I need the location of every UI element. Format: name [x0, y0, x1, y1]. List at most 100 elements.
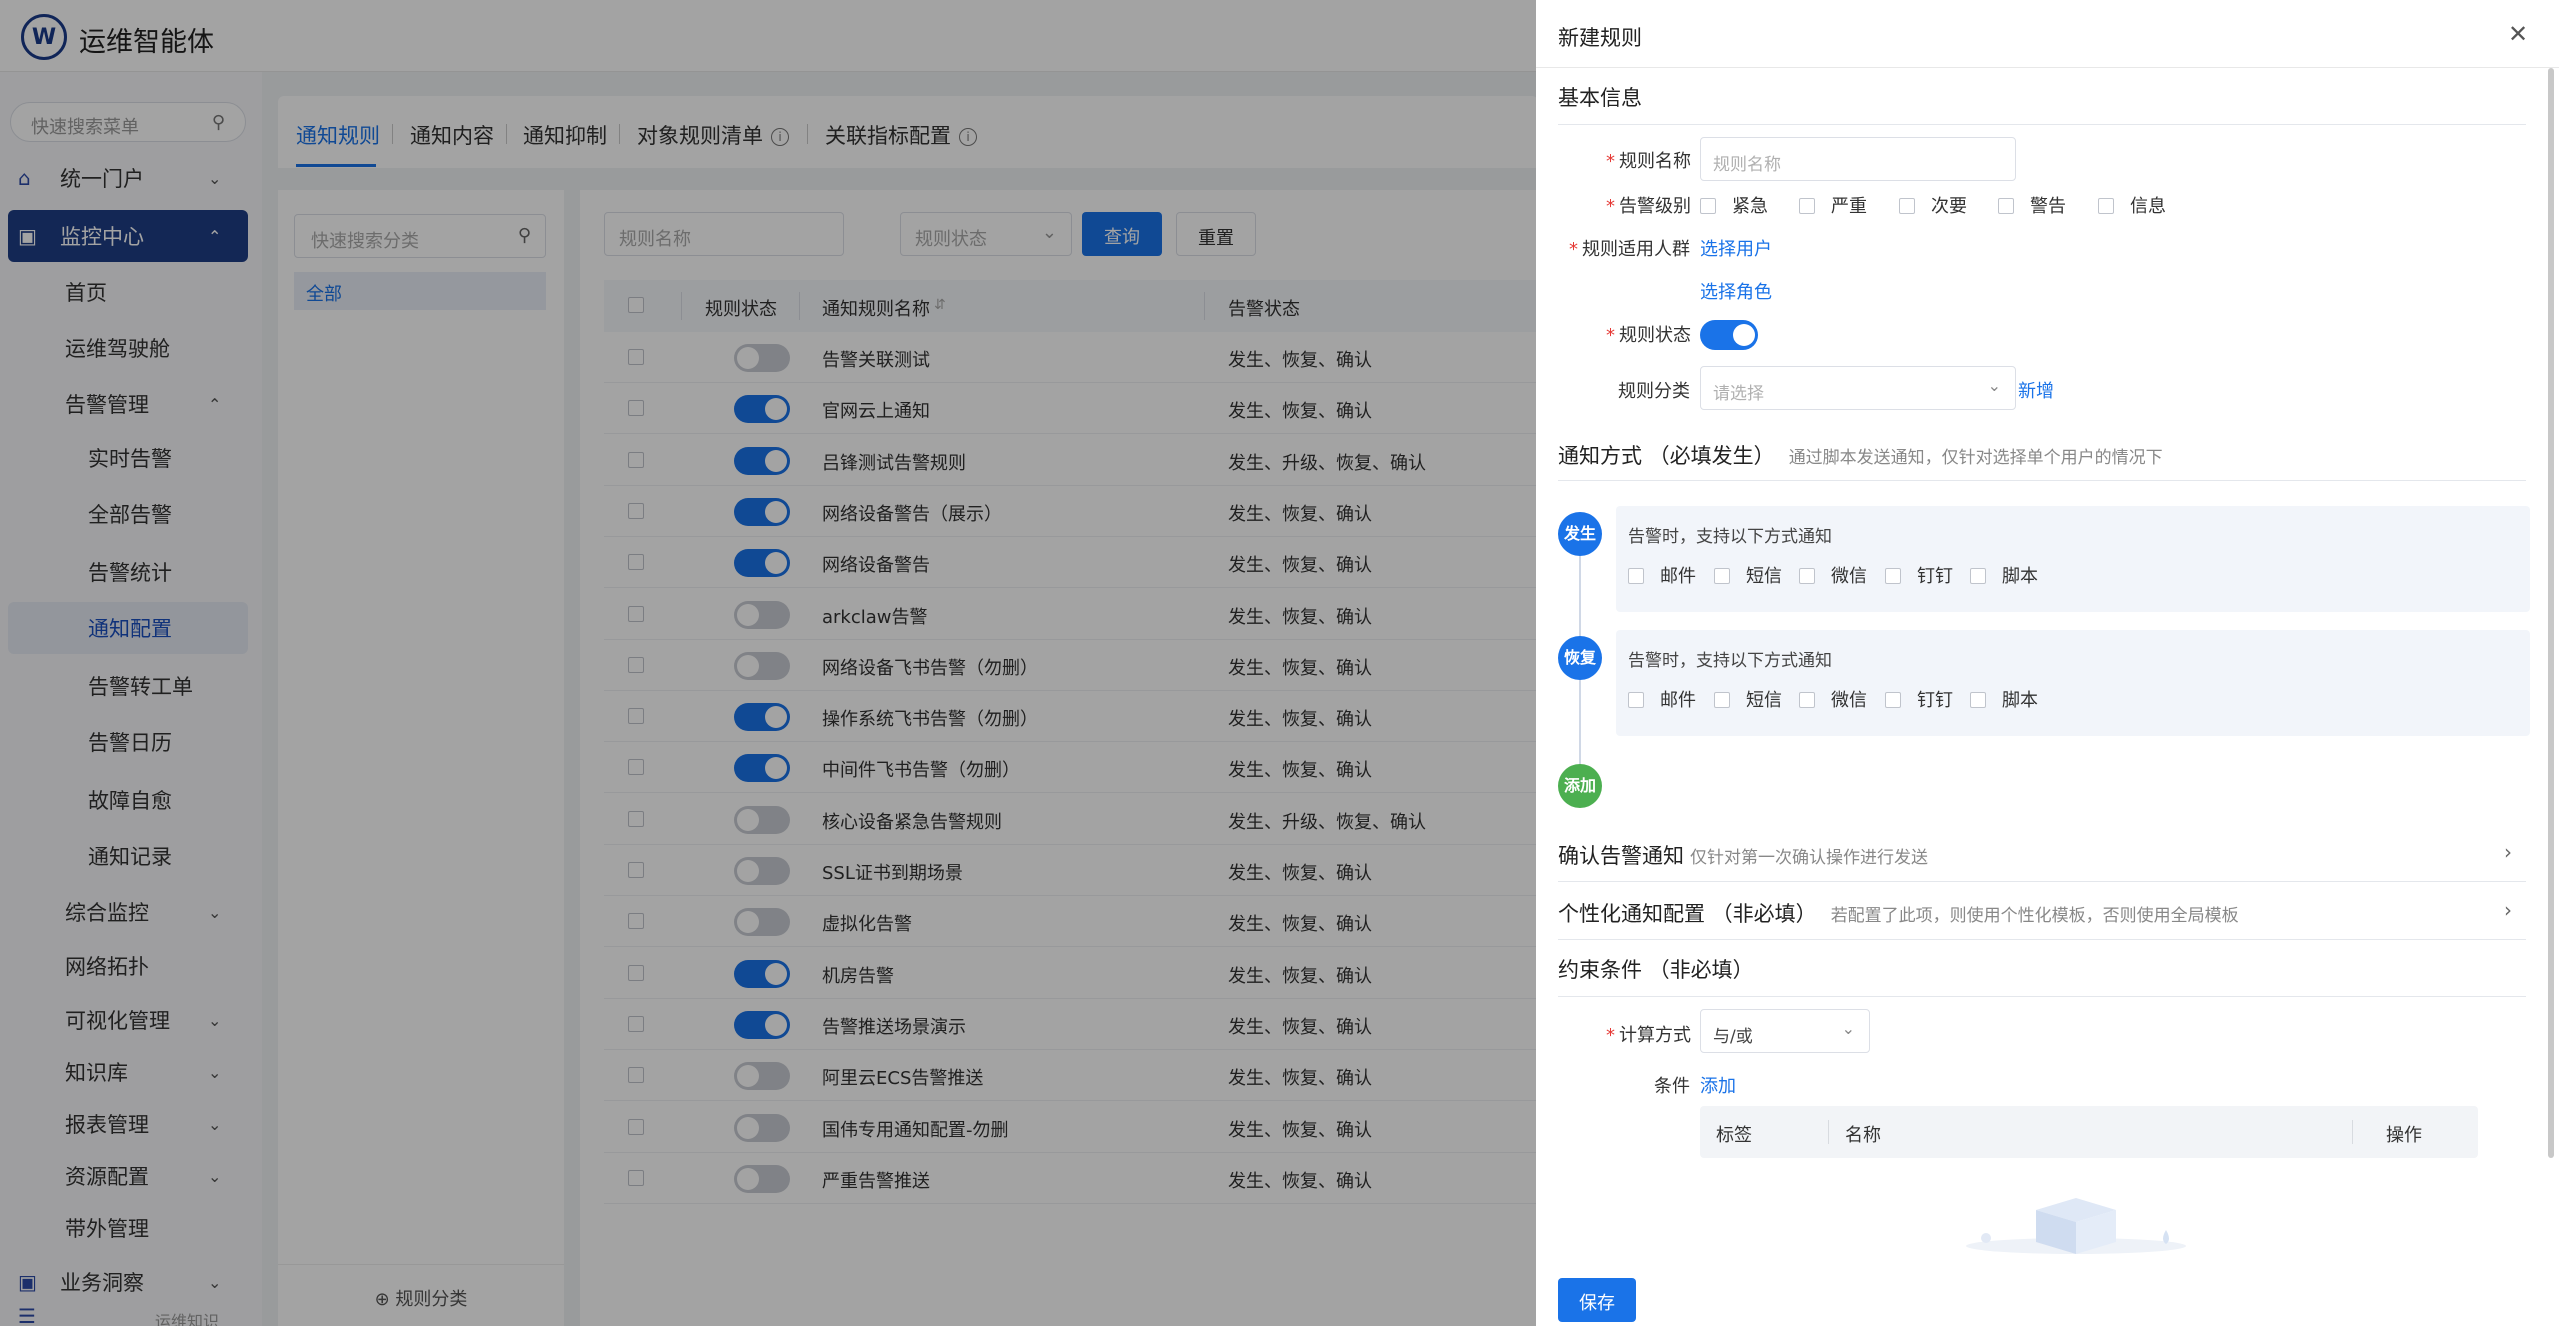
checkbox-box	[1799, 692, 1815, 708]
save-button[interactable]: 保存	[1558, 1278, 1636, 1322]
alert-level-label-text: 告警级别	[1619, 196, 1691, 217]
recover-wechat-checkbox[interactable]: 微信	[1799, 686, 1867, 712]
level-info-checkbox[interactable]: 信息	[2098, 192, 2166, 218]
notify-recover-box: 告警时，支持以下方式通知 邮件 短信 微信 钉钉 脚本	[1616, 630, 2530, 736]
alert-level-label: * 告警级别	[1606, 192, 1691, 218]
new-rule-drawer: 新建规则 ✕ 基本信息 * 规则名称 规则名称 * 告警级别 紧急 严重 次要 警告…	[1536, 0, 2559, 1326]
notify-occur-text: 告警时，支持以下方式通知	[1628, 527, 1832, 547]
chevron-down-icon: ⌄	[1987, 376, 2001, 395]
checkbox-box	[2098, 198, 2114, 214]
checkbox-box	[1700, 198, 1716, 214]
recover-email-checkbox[interactable]: 邮件	[1628, 686, 1696, 712]
occur-wechat-checkbox[interactable]: 微信	[1799, 562, 1867, 588]
level-option-label: 警告	[2030, 196, 2066, 217]
section-notify-method: 通知方式 （必填发生） 通过脚本发送通知，仅针对选择单个用户的情况下	[1558, 440, 2163, 470]
level-urgent-checkbox[interactable]: 紧急	[1700, 192, 1768, 218]
notify-recover-text: 告警时，支持以下方式通知	[1628, 651, 1832, 671]
occur-sms-checkbox[interactable]: 短信	[1714, 562, 1782, 588]
rule-status-label-text: 规则状态	[1619, 325, 1691, 346]
checkbox-box	[1714, 692, 1730, 708]
checkbox-box	[1799, 198, 1815, 214]
recover-script-checkbox[interactable]: 脚本	[1970, 686, 2038, 712]
rule-name-placeholder: 规则名称	[1713, 155, 1781, 175]
checkbox-box	[1998, 198, 2014, 214]
personal-notify-collapse[interactable]: 个性化通知配置 （非必填） 若配置了此项，则使用个性化模板，否则使用全局模板 ›	[1558, 884, 2526, 940]
modal-overlay[interactable]	[0, 0, 1536, 1326]
level-warning-checkbox[interactable]: 警告	[1998, 192, 2066, 218]
occur-email-checkbox[interactable]: 邮件	[1628, 562, 1696, 588]
confirm-notify-collapse[interactable]: 确认告警通知 仅针对第一次确认操作进行发送 ›	[1558, 826, 2526, 882]
chevron-down-icon: ⌄	[1841, 1019, 1855, 1038]
audience-label-text: 规则适用人群	[1582, 239, 1690, 260]
select-user-link[interactable]: 选择用户	[1700, 235, 1772, 261]
method-label: 微信	[1831, 690, 1867, 711]
level-option-label: 次要	[1931, 196, 1967, 217]
rule-category-placeholder: 请选择	[1713, 384, 1764, 404]
empty-box-icon	[1966, 1198, 2186, 1254]
calc-method-value: 与/或	[1713, 1027, 1753, 1047]
close-icon[interactable]: ✕	[2508, 20, 2528, 48]
select-role-link[interactable]: 选择角色	[1700, 278, 1772, 304]
timeline-dot-recover: 恢复	[1558, 636, 1602, 680]
level-minor-checkbox[interactable]: 次要	[1899, 192, 1967, 218]
timeline-dot-occur: 发生	[1558, 512, 1602, 556]
condition-table-header: 标签 名称 操作	[1700, 1106, 2478, 1158]
method-label: 脚本	[2002, 566, 2038, 587]
section-divider	[1558, 124, 2526, 125]
occur-dingtalk-checkbox[interactable]: 钉钉	[1885, 562, 1953, 588]
recover-dingtalk-checkbox[interactable]: 钉钉	[1885, 686, 1953, 712]
level-critical-checkbox[interactable]: 严重	[1799, 192, 1867, 218]
rule-name-label-text: 规则名称	[1619, 151, 1691, 172]
checkbox-box	[1970, 692, 1986, 708]
rule-status-toggle[interactable]	[1700, 320, 1758, 350]
recover-sms-checkbox[interactable]: 短信	[1714, 686, 1782, 712]
app-root: W 运维智能体 快速搜索菜单 ⚲ ⌂ 统一门户 ⌄ ▣ 监控中心 ⌃ 首页 运维…	[0, 0, 2559, 1326]
add-category-link[interactable]: 新增	[2018, 377, 2054, 403]
method-label: 邮件	[1660, 690, 1696, 711]
timeline-line	[1579, 680, 1581, 774]
drawer-divider	[1536, 67, 2559, 68]
calc-method-label: * 计算方式	[1606, 1021, 1691, 1047]
condition-label: 条件	[1654, 1076, 1690, 1097]
checkbox-box	[1714, 568, 1730, 584]
required-mark: *	[1606, 196, 1615, 217]
confirm-notify-hint: 仅针对第一次确认操作进行发送	[1690, 848, 1928, 868]
required-mark: *	[1606, 325, 1615, 346]
rule-status-label: * 规则状态	[1606, 321, 1691, 347]
rule-name-input[interactable]: 规则名称	[1700, 137, 2016, 181]
checkbox-box	[1799, 568, 1815, 584]
personal-notify-title: 个性化通知配置 （非必填）	[1558, 902, 1817, 926]
column-separator	[1828, 1120, 1829, 1144]
audience-label: * 规则适用人群	[1566, 235, 1690, 261]
method-label: 微信	[1831, 566, 1867, 587]
drawer-title: 新建规则	[1558, 26, 1642, 50]
checkbox-box	[1628, 568, 1644, 584]
column-header-tag: 标签	[1716, 1125, 1752, 1146]
add-condition-link[interactable]: 添加	[1700, 1072, 1736, 1098]
chevron-right-icon: ›	[2504, 840, 2512, 864]
rule-name-label: * 规则名称	[1606, 147, 1691, 173]
rule-category-select[interactable]: 请选择 ⌄	[1700, 366, 2016, 410]
column-separator	[2352, 1120, 2353, 1144]
rule-category-label: 规则分类	[1618, 381, 1690, 402]
occur-script-checkbox[interactable]: 脚本	[1970, 562, 2038, 588]
method-label: 脚本	[2002, 690, 2038, 711]
level-option-label: 紧急	[1732, 196, 1768, 217]
notify-section-title: 通知方式 （必填发生）	[1558, 444, 1775, 468]
checkbox-box	[1970, 568, 1986, 584]
checkbox-box	[1899, 198, 1915, 214]
section-divider	[1558, 996, 2526, 997]
method-label: 钉钉	[1917, 690, 1953, 711]
timeline-add-button[interactable]: 添加	[1558, 764, 1602, 808]
required-mark: *	[1606, 1025, 1615, 1046]
level-option-label: 严重	[1831, 196, 1867, 217]
method-label: 邮件	[1660, 566, 1696, 587]
method-label: 短信	[1746, 690, 1782, 711]
column-header-name: 名称	[1845, 1125, 1881, 1146]
section-basic-info: 基本信息	[1558, 86, 1642, 110]
calc-method-select[interactable]: 与/或 ⌄	[1700, 1009, 1870, 1053]
notify-occur-box: 告警时，支持以下方式通知 邮件 短信 微信 钉钉 脚本	[1616, 506, 2530, 612]
column-header-action: 操作	[2386, 1125, 2422, 1146]
drawer-scrollbar[interactable]	[2548, 68, 2554, 1158]
checkbox-box	[1885, 692, 1901, 708]
